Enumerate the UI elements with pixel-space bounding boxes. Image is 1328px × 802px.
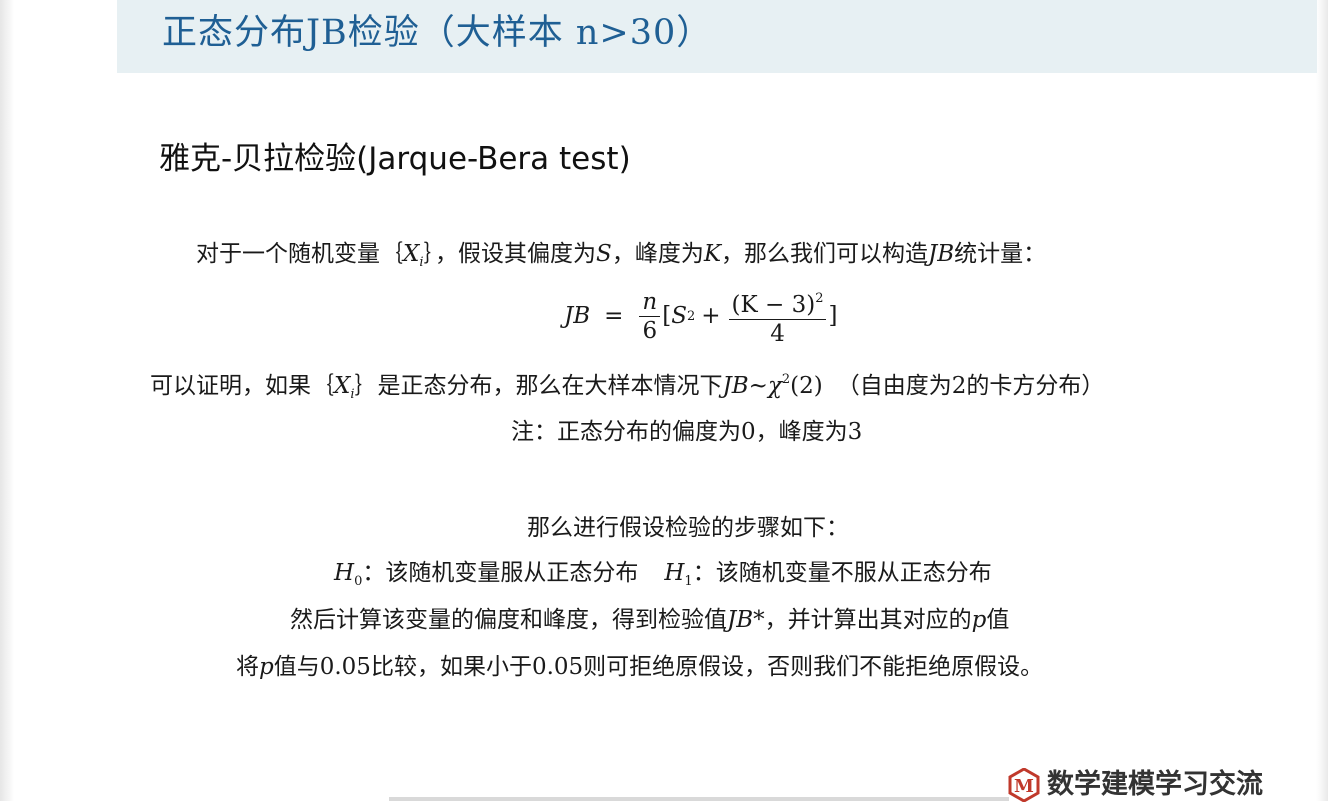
watermark-logo: M 数学建模学习交流 [1007,768,1263,802]
var-x: X [403,241,420,267]
steps-intro: 那么进行假设检验的步骤如下： [527,515,849,541]
formula-equals: = [604,303,624,329]
chi-argument: (2) [790,373,823,399]
var-k: K [703,241,721,267]
formula-s: S [671,303,687,329]
right-page-edge [1316,0,1328,801]
compute-text-2: ，并计算出其对应的 [764,607,972,633]
decision-p-symbol: p [259,654,274,680]
fraction-denominator-6: 6 [642,317,658,344]
proof-jb: JB [722,373,749,399]
formula-s-square: 2 [686,308,696,324]
intro-text-3: ，峰度为 [611,241,704,267]
open-bracket: [ [662,303,672,329]
slide-canvas: 正态分布JB检验（大样本 n>30） 雅克-贝拉检验(Jarque-Bera t… [14,0,1317,802]
intro-text-4: ，那么我们可以构造 [721,241,928,267]
proof-text-1: 可以证明，如果｛ [150,373,334,399]
logo-text: 数学建模学习交流 [1047,769,1263,800]
left-page-edge [0,0,14,801]
fraction-denominator-4: 4 [770,320,785,347]
decision-text-1: 将 [236,654,259,680]
compute-text-1: 然后计算该变量的偏度和峰度，得到检验值 [290,607,727,633]
close-bracket: ] [828,303,838,329]
h1-symbol: H [664,560,685,586]
formula-plus: + [701,303,721,329]
k-square: 2 [815,290,824,306]
fraction-n-over-6: n 6 [639,288,661,345]
title-band: 正态分布JB检验（大样本 n>30） [117,0,1317,73]
proof-text-3: （自由度为2的卡方分布） [836,373,1105,399]
slide-title: 正态分布JB检验（大样本 n>30） [162,13,713,53]
decision-line: 将p值与0.05比较，如果小于0.05则可拒绝原假设，否则我们不能拒绝原假设。 [236,647,1043,681]
compute-line: 然后计算该变量的偏度和峰度，得到检验值JB*，并计算出其对应的p值 [290,600,1009,634]
chi-symbol: χ [767,373,782,399]
h1-subscript: 1 [684,574,693,589]
logo-badge-letter: M [1014,776,1034,797]
decision-text-2: 值与0.05比较，如果小于0.05则可拒绝原假设，否则我们不能拒绝原假设。 [273,654,1044,680]
jb-formula: JB = n 6 [ S2 + (K − 3)2 4 ] [564,284,837,348]
proof-line: 可以证明，如果｛Xi｝是正态分布，那么在大样本情况下JB~χ2(2) （自由度为2… [150,366,1104,402]
h0-symbol: H [334,560,355,586]
chi-superscript: 2 [781,372,791,387]
intro-text-2: ｝，假设其偏度为 [423,241,597,267]
fraction-k-over-4: (K − 3)2 4 [728,285,827,348]
h1-text: ：该随机变量不服从正态分布 [692,560,992,586]
h0-text: ：该随机变量服从正态分布 [362,560,639,586]
jb-star: JB* [727,607,765,633]
proof-var-x: X [334,373,351,399]
section-heading: 雅克-贝拉检验(Jarque-Bera test) [159,141,631,177]
var-jb: JB [928,241,955,267]
fraction-numerator-n: n [642,288,658,315]
compute-text-3: 值 [986,607,1010,633]
formula-lhs: JB [564,303,591,329]
bottom-rule [389,797,1009,801]
hypotheses-line: H0：该随机变量服从正态分布 H1：该随机变量不服从正态分布 [334,553,992,589]
intro-text-1: 对于一个随机变量｛ [196,241,403,267]
k-minus-3: (K − 3) [731,291,816,318]
intro-text-5: 统计量： [954,241,1047,267]
proof-text-2: ｝是正态分布，那么在大样本情况下 [354,373,723,399]
p-symbol: p [971,607,987,633]
logo-badge-icon: M [1008,768,1040,802]
note-line: 注：正态分布的偏度为0，峰度为3 [511,419,863,445]
proof-tilde: ~ [748,373,768,399]
fraction-numerator-k: (K − 3)2 [729,285,827,319]
var-s: S [596,241,612,267]
intro-line: 对于一个随机变量｛Xi｝，假设其偏度为S，峰度为K，那么我们可以构造JB统计量： [196,234,1046,270]
